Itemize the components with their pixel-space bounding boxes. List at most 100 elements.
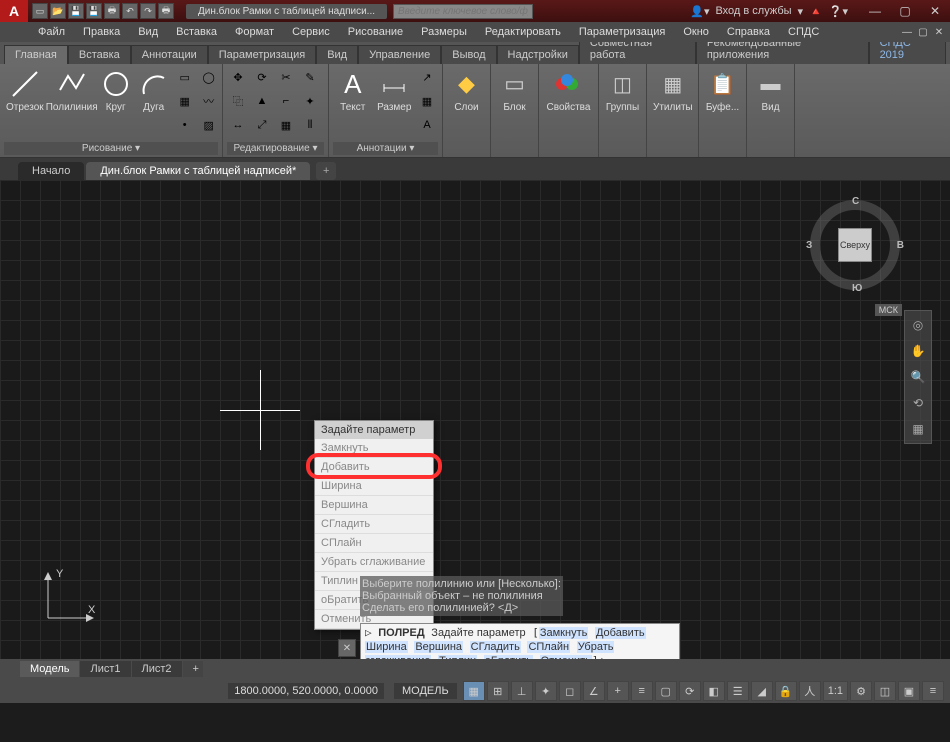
nav-orbit-icon[interactable]: ⟲	[908, 393, 928, 413]
status-annotate-icon[interactable]: 🔒	[775, 681, 797, 701]
layout-tab-sheet1[interactable]: Лист1	[80, 661, 130, 677]
viewport[interactable]: Задайте параметр Замкнуть Добавить Ширин…	[0, 180, 950, 659]
menu-param[interactable]: Параметризация	[571, 24, 673, 40]
viewcube-top[interactable]: Сверху	[838, 228, 872, 262]
doc-restore-button[interactable]: ▢	[916, 25, 930, 39]
cart-icon[interactable]: ▾	[798, 5, 804, 18]
rotate-icon[interactable]: ⟳	[251, 66, 273, 88]
qat-save-icon[interactable]: 💾	[68, 3, 84, 19]
status-iso-icon[interactable]: ◫	[874, 681, 896, 701]
rect-icon[interactable]: ▭	[174, 66, 196, 88]
props-button[interactable]: Свойства	[543, 66, 594, 115]
tab-add-button[interactable]: +	[316, 162, 336, 180]
status-qp-icon[interactable]: ☰	[727, 681, 749, 701]
panel-edit-label[interactable]: Редактирование ▾	[227, 142, 324, 155]
context-item-spline[interactable]: СПлайн	[315, 534, 433, 553]
qat-redo-icon[interactable]: ↷	[140, 3, 156, 19]
context-item-fit[interactable]: СГладить	[315, 515, 433, 534]
menu-edit[interactable]: Правка	[75, 24, 128, 40]
context-item-close[interactable]: Замкнуть	[315, 439, 433, 458]
mtext-icon[interactable]: A	[416, 114, 438, 136]
status-osnap-icon[interactable]: ◻	[559, 681, 581, 701]
view-button[interactable]: ▬Вид	[751, 66, 790, 115]
nav-pan-icon[interactable]: ✋	[908, 341, 928, 361]
ribbon-tab-manage[interactable]: Управление	[358, 45, 441, 64]
status-dyn-icon[interactable]: +	[607, 681, 629, 701]
maximize-button[interactable]: ▢	[890, 0, 920, 22]
ribbon-tab-addins[interactable]: Надстройки	[497, 45, 579, 64]
ribbon-tab-view[interactable]: Вид	[316, 45, 358, 64]
point-icon[interactable]: •	[174, 114, 196, 136]
ribbon-tab-output[interactable]: Вывод	[441, 45, 496, 64]
command-input[interactable]: ▷ ПОЛРЕД Задайте параметр [Замкнуть Доба…	[360, 623, 680, 659]
viewcube-cs[interactable]: МСК	[875, 304, 902, 316]
menu-insert[interactable]: Вставка	[168, 24, 225, 40]
menu-spds[interactable]: СПДС	[780, 24, 827, 40]
fillet-icon[interactable]: ⌐	[275, 90, 297, 112]
menu-help[interactable]: Справка	[719, 24, 778, 40]
command-close-button[interactable]: ✕	[338, 639, 356, 657]
ribbon-tab-annotate[interactable]: Аннотации	[131, 45, 208, 64]
status-lwt-icon[interactable]: ≡	[631, 681, 653, 701]
copy-icon[interactable]: ⿻	[227, 90, 249, 112]
nav-wheel-icon[interactable]: ◎	[908, 315, 928, 335]
minimize-button[interactable]: —	[860, 0, 890, 22]
trim-icon[interactable]: ✂	[275, 66, 297, 88]
qat-saveas-icon[interactable]: 💾	[86, 3, 102, 19]
menu-file[interactable]: Файл	[30, 24, 73, 40]
stretch-icon[interactable]: ↔	[227, 114, 249, 136]
arc-button[interactable]: Дуга	[136, 66, 172, 115]
status-gear-icon[interactable]: ⚙	[850, 681, 872, 701]
offset-icon[interactable]: ⫴	[299, 114, 321, 136]
layers-button[interactable]: ◆Слои	[447, 66, 486, 115]
array-icon[interactable]: ▦	[275, 114, 297, 136]
context-item-decurve[interactable]: Убрать сглаживание	[315, 553, 433, 572]
layout-tab-sheet2[interactable]: Лист2	[132, 661, 182, 677]
leader-icon[interactable]: ↗	[416, 66, 438, 88]
context-item-add[interactable]: Добавить	[315, 458, 433, 477]
panel-annot-label[interactable]: Аннотации ▾	[333, 142, 438, 155]
qat-undo-icon[interactable]: ↶	[122, 3, 138, 19]
help-icon[interactable]: ❔▾	[829, 5, 848, 18]
qat-print-icon[interactable]: 🖶	[158, 3, 174, 19]
scale-icon[interactable]: ⤢	[251, 114, 273, 136]
doc-close-button[interactable]: ✕	[932, 25, 946, 39]
layout-tab-model[interactable]: Модель	[20, 661, 79, 677]
menu-window[interactable]: Окно	[675, 24, 717, 40]
line-button[interactable]: Отрезок	[4, 66, 46, 115]
groups-button[interactable]: ◫Группы	[603, 66, 642, 115]
menu-view[interactable]: Вид	[130, 24, 166, 40]
qat-open-icon[interactable]: 📂	[50, 3, 66, 19]
menu-modify[interactable]: Редактировать	[477, 24, 569, 40]
status-cycle-icon[interactable]: ⟳	[679, 681, 701, 701]
menu-draw[interactable]: Рисование	[340, 24, 411, 40]
table-icon[interactable]: ▦	[416, 90, 438, 112]
clipboard-button[interactable]: 📋Буфе...	[703, 66, 742, 115]
status-ortho-icon[interactable]: ⊥	[511, 681, 533, 701]
status-trans-icon[interactable]: ▢	[655, 681, 677, 701]
panel-draw-label[interactable]: Рисование ▾	[4, 142, 218, 155]
close-button[interactable]: ✕	[920, 0, 950, 22]
status-otrack-icon[interactable]: ∠	[583, 681, 605, 701]
context-item-width[interactable]: Ширина	[315, 477, 433, 496]
status-autoscale-icon[interactable]: 人	[799, 681, 821, 701]
status-grid-icon[interactable]: ▦	[463, 681, 485, 701]
menu-service[interactable]: Сервис	[284, 24, 338, 40]
status-snap-icon[interactable]: ⊞	[487, 681, 509, 701]
polyline-button[interactable]: Полилиния	[48, 66, 96, 115]
block-button[interactable]: ▭Блок	[495, 66, 534, 115]
status-custom-icon[interactable]: ≡	[922, 681, 944, 701]
nav-zoom-icon[interactable]: 🔍	[908, 367, 928, 387]
status-polar-icon[interactable]: ✦	[535, 681, 557, 701]
qat-new-icon[interactable]: ▭	[32, 3, 48, 19]
app-exchange-icon[interactable]: 🔺	[809, 5, 823, 18]
context-item-vertex[interactable]: Вершина	[315, 496, 433, 515]
ribbon-tab-param[interactable]: Параметризация	[208, 45, 316, 64]
text-button[interactable]: AТекст	[333, 66, 373, 115]
tab-start[interactable]: Начало	[18, 162, 84, 180]
status-scale[interactable]: 1:1	[823, 681, 848, 701]
circle-button[interactable]: Круг	[98, 66, 134, 115]
doc-minimize-button[interactable]: —	[900, 25, 914, 39]
explode-icon[interactable]: ✦	[299, 90, 321, 112]
status-space[interactable]: МОДЕЛЬ	[394, 683, 457, 699]
